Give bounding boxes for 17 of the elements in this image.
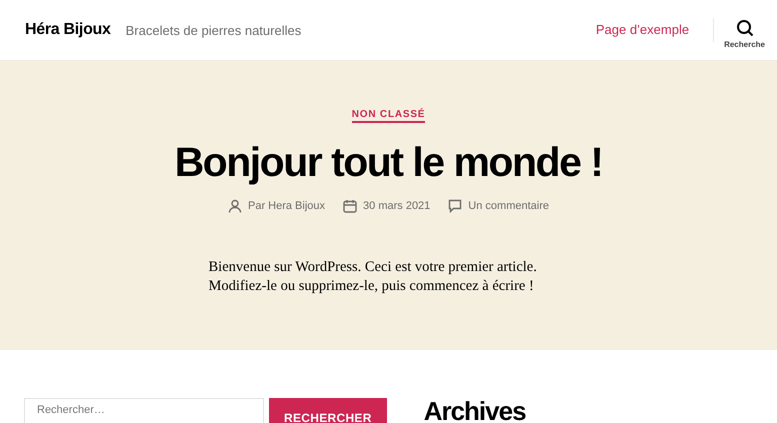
site-tagline: Bracelets de pierres naturelles [126,22,302,38]
menu-link[interactable]: Page d’exemple [596,22,690,37]
post-content: Bienvenue sur WordPress. Ceci est votre premier article. Modifiez-le ou supprimez-le, puis commencez à écrire ! [208,258,538,296]
widget-title: Archives [424,396,526,423]
date-link[interactable]: 30 mars 2021 [363,200,430,212]
search-toggle[interactable]: Recherche [724,11,765,49]
search-field[interactable]: Rechercher… [24,398,264,423]
search-icon [736,19,754,37]
post-title: Bonjour tout le monde ! [174,140,602,186]
comment-icon [448,199,462,214]
category-link[interactable]: NON CLASSÉ [352,109,426,123]
person-icon [228,199,242,214]
comments-link[interactable]: Un commentaire [468,200,549,212]
calendar-icon [343,199,358,214]
search-button[interactable]: RECHERCHER [269,398,387,423]
author-link[interactable]: Par Hera Bijoux [248,200,326,212]
site-title[interactable]: Héra Bijoux [25,21,111,39]
